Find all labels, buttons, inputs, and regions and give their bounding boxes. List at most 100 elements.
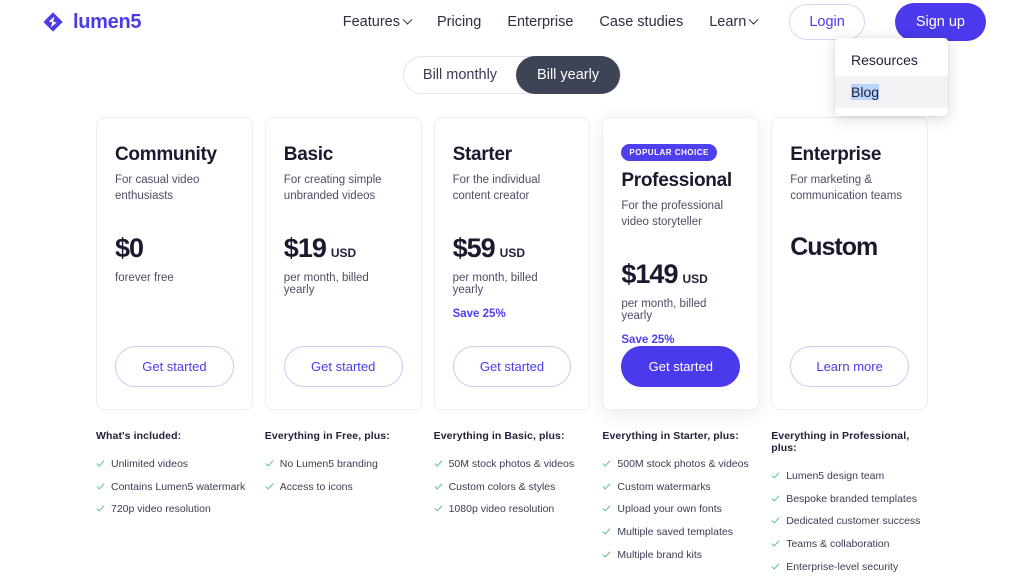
dropdown-item-resources[interactable]: Resources xyxy=(835,44,948,76)
site-header: lumen5 Features Pricing Enterprise Case … xyxy=(0,0,1024,116)
feature-item: 500M stock photos & videos xyxy=(602,458,759,472)
plan-price-row: Custom xyxy=(790,233,909,262)
plan-cta-button[interactable]: Learn more xyxy=(790,346,909,388)
check-icon xyxy=(603,505,611,512)
plan-title: Starter xyxy=(452,144,512,165)
feature-comparison: What's included: Unlimited videos Contain… xyxy=(0,430,1024,576)
nav-item-pricing[interactable]: Pricing xyxy=(437,14,481,30)
feature-heading: Everything in Starter, plus: xyxy=(602,430,739,443)
nav-item-enterprise[interactable]: Enterprise xyxy=(507,14,573,30)
plan-currency: USD xyxy=(330,246,357,261)
check-icon xyxy=(434,505,442,512)
plan-subtitle: For casual video enthusiasts xyxy=(115,174,200,202)
feature-label: Contains Lumen5 watermark xyxy=(111,480,246,493)
feature-item: No Lumen5 branding xyxy=(265,458,422,472)
toggle-option-monthly[interactable]: Bill monthly xyxy=(404,56,516,94)
feature-item: Enterprise-level security xyxy=(771,561,928,575)
pricing-card-basic: Basic For creating simple unbranded vide… xyxy=(264,117,422,411)
plan-save-label: Save 25% xyxy=(621,334,675,347)
signup-button[interactable]: Sign up xyxy=(894,3,986,41)
plan-subtitle: For marketing & communication teams xyxy=(790,174,903,202)
plan-price-row: $19 USD xyxy=(284,233,403,264)
feature-item: 720p video resolution xyxy=(96,503,253,517)
feature-heading: Everything in Basic, plus: xyxy=(433,430,565,443)
plan-price: $19 xyxy=(283,233,327,264)
plan-currency: USD xyxy=(682,272,708,287)
dropdown-item-blog[interactable]: Blog xyxy=(835,76,948,108)
popular-choice-badge: POPULAR CHOICE xyxy=(621,144,717,161)
chevron-down-icon xyxy=(402,14,413,25)
check-icon xyxy=(603,460,611,467)
feature-item: Teams & collaboration xyxy=(771,538,928,552)
brand-name: lumen5 xyxy=(73,10,142,33)
plan-save-label: Save 25% xyxy=(452,308,506,321)
nav-item-learn[interactable]: Learn xyxy=(709,14,759,30)
feature-label: 1080p video resolution xyxy=(448,503,555,516)
check-icon xyxy=(434,483,442,490)
feature-item: Upload your own fonts xyxy=(602,503,759,517)
feature-column-professional: Everything in Starter, plus: 500M stock … xyxy=(602,430,759,576)
plan-price: Custom xyxy=(790,233,878,262)
feature-item: 1080p video resolution xyxy=(434,503,591,517)
feature-item: Multiple brand kits xyxy=(602,549,759,563)
plan-currency: USD xyxy=(499,246,525,261)
feature-item: Dedicated customer success xyxy=(771,515,928,529)
feature-label: 50M stock photos & videos xyxy=(448,458,575,471)
feature-item: Bespoke branded templates xyxy=(771,493,928,507)
plan-subtitle: For creating simple unbranded videos xyxy=(283,174,382,202)
pricing-card-starter: Starter For the individual content creat… xyxy=(433,117,591,411)
feature-column-enterprise: Everything in Professional, plus: Lumen5… xyxy=(771,430,928,576)
plan-cta-button[interactable]: Get started xyxy=(115,346,234,388)
plan-cta-button[interactable]: Get started xyxy=(283,346,403,388)
feature-heading: Everything in Professional, plus: xyxy=(771,430,910,455)
plan-price-row: $149 USD xyxy=(621,259,740,290)
nav-item-case-studies[interactable]: Case studies xyxy=(599,14,683,30)
feature-label: Enterprise-level security xyxy=(786,560,899,573)
nav-label-case-studies: Case studies xyxy=(599,14,684,30)
check-icon xyxy=(771,540,780,547)
feature-list: 50M stock photos & videos Custom colors &… xyxy=(434,458,591,517)
plan-title: Community xyxy=(115,144,217,165)
lumen5-diamond-logo-icon xyxy=(43,12,63,32)
check-icon xyxy=(771,472,780,479)
feature-item: Custom colors & styles xyxy=(434,481,591,495)
feature-list: Lumen5 design team Bespoke branded templa… xyxy=(771,470,928,574)
feature-label: Upload your own fonts xyxy=(617,503,722,516)
brand-logo[interactable]: lumen5 xyxy=(42,10,142,34)
pricing-card-community: Community For casual video enthusiasts $… xyxy=(96,117,253,411)
check-icon xyxy=(265,483,274,490)
login-button[interactable]: Login xyxy=(789,4,865,40)
feature-label: Custom colors & styles xyxy=(448,480,556,493)
feature-label: Multiple saved templates xyxy=(617,525,733,538)
nav-label-features: Features xyxy=(342,14,400,30)
check-icon xyxy=(603,483,611,490)
check-icon xyxy=(603,528,611,535)
feature-heading: Everything in Free, plus: xyxy=(264,430,390,443)
feature-list: 500M stock photos & videos Custom waterma… xyxy=(602,458,759,562)
nav-label-enterprise: Enterprise xyxy=(507,14,574,30)
nav-label-pricing: Pricing xyxy=(436,14,482,30)
plan-price-note: per month, billed yearly xyxy=(283,272,369,297)
pricing-cards: Community For casual video enthusiasts $… xyxy=(0,117,1024,411)
feature-list: Unlimited videos Contains Lumen5 watermar… xyxy=(96,458,253,517)
chevron-down-icon xyxy=(748,14,759,25)
plan-price-note: per month, billed yearly xyxy=(621,298,707,323)
plan-title: Professional xyxy=(621,170,732,191)
plan-price-row: $59 USD xyxy=(453,233,572,264)
feature-label: 720p video resolution xyxy=(111,503,211,516)
check-icon xyxy=(96,505,105,512)
feature-item: Multiple saved templates xyxy=(602,526,759,540)
feature-label: Lumen5 design team xyxy=(786,470,885,483)
billing-toggle[interactable]: Bill monthly Bill yearly xyxy=(402,56,622,94)
plan-price: $149 xyxy=(621,259,678,290)
pricing-card-enterprise: Enterprise For marketing & communication… xyxy=(771,117,928,411)
feature-column-starter: Everything in Basic, plus: 50M stock pho… xyxy=(434,430,591,576)
nav-item-features[interactable]: Features xyxy=(342,14,413,30)
feature-column-community: What's included: Unlimited videos Contain… xyxy=(96,430,253,576)
toggle-option-yearly[interactable]: Bill yearly xyxy=(516,56,621,94)
plan-title: Basic xyxy=(283,144,334,165)
plan-cta-button[interactable]: Get started xyxy=(621,346,741,388)
check-icon xyxy=(96,483,105,490)
plan-cta-button[interactable]: Get started xyxy=(452,346,572,388)
check-icon xyxy=(771,495,780,502)
